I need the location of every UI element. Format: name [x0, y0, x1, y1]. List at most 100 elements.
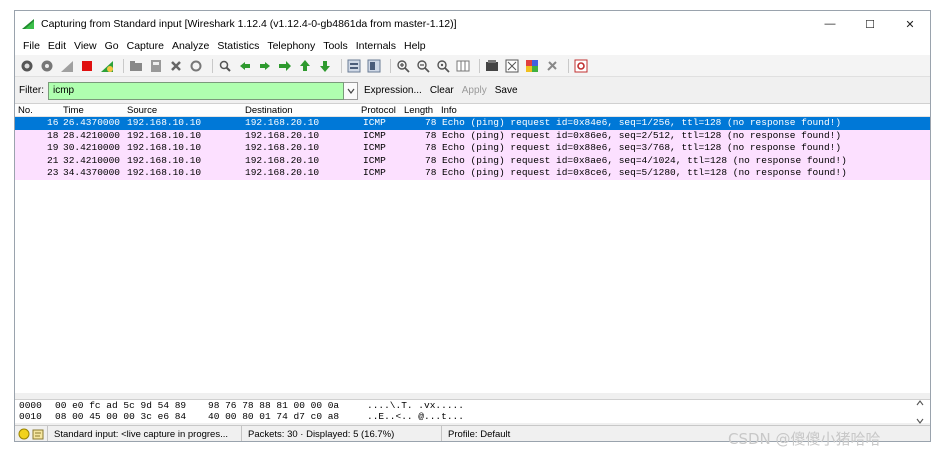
maximize-button[interactable]: ☐	[850, 11, 890, 37]
resize-columns-icon[interactable]	[455, 58, 471, 74]
packet-row[interactable]: 21 32.4210000 192.168.10.10 192.168.20.1…	[15, 154, 930, 167]
column-header-protocol[interactable]: Protocol	[361, 105, 396, 116]
bytes-offset: 0010	[19, 411, 42, 422]
filter-history-dropdown[interactable]	[344, 81, 358, 100]
filter-apply-button[interactable]: Apply	[462, 85, 487, 96]
column-header-info[interactable]: Info	[441, 105, 457, 116]
reload-icon[interactable]	[188, 58, 204, 74]
help-icon[interactable]	[573, 58, 589, 74]
packet-row[interactable]: 19 30.4210000 192.168.10.10 192.168.20.1…	[15, 142, 930, 155]
packet-protocol: ICMP	[363, 142, 386, 153]
close-button[interactable]: ✕	[890, 11, 930, 37]
menu-edit[interactable]: Edit	[44, 40, 70, 52]
packet-no: 23	[47, 167, 59, 178]
column-header-source[interactable]: Source	[127, 105, 157, 116]
packet-info: Echo (ping) request id=0x86e6, seq=2/512…	[442, 129, 842, 141]
packet-length: 78	[425, 129, 437, 141]
packet-info: Echo (ping) request id=0x84e6, seq=1/256…	[442, 117, 842, 128]
title-bar[interactable]: Capturing from Standard input [Wireshark…	[15, 11, 930, 37]
minimize-button[interactable]: —	[810, 11, 850, 37]
zoom-out-icon[interactable]	[415, 58, 431, 74]
packet-destination: 192.168.20.10	[245, 167, 320, 178]
bytes-scrollbar[interactable]	[916, 400, 926, 424]
packet-source: 192.168.10.10	[127, 154, 202, 166]
column-header-no[interactable]: No.	[18, 105, 33, 116]
packet-row[interactable]: 16 26.4370000 192.168.10.10 192.168.20.1…	[15, 117, 930, 130]
first-packet-icon[interactable]	[297, 58, 313, 74]
menu-go[interactable]: Go	[101, 40, 123, 52]
packet-info: Echo (ping) request id=0x8ce6, seq=5/128…	[442, 167, 847, 178]
save-file-icon[interactable]	[148, 58, 164, 74]
bytes-hex-left: 00 e0 fc ad 5c 9d 54 89	[55, 400, 187, 411]
menu-file[interactable]: File	[19, 40, 44, 52]
status-icons	[15, 426, 48, 441]
packet-length: 78	[425, 142, 437, 153]
column-header-time[interactable]: Time	[63, 105, 84, 116]
colorize-icon[interactable]	[346, 58, 362, 74]
go-forward-icon[interactable]	[257, 58, 273, 74]
start-capture-icon[interactable]	[59, 58, 75, 74]
packet-no: 21	[47, 154, 59, 166]
preferences-icon[interactable]	[544, 58, 560, 74]
zoom-normal-icon[interactable]	[435, 58, 451, 74]
packet-bytes-pane[interactable]: 0000 00 e0 fc ad 5c 9d 54 89 98 76 78 88…	[15, 399, 930, 424]
find-packet-icon[interactable]	[217, 58, 233, 74]
restart-capture-icon[interactable]	[99, 58, 115, 74]
open-file-icon[interactable]	[128, 58, 144, 74]
capture-filters-icon[interactable]	[484, 58, 500, 74]
status-capture-source: Standard input: <live capture in progres…	[48, 426, 242, 441]
column-header-destination[interactable]: Destination	[245, 105, 293, 116]
capture-comment-icon[interactable]	[32, 428, 44, 440]
packet-info: Echo (ping) request id=0x8ae6, seq=4/102…	[442, 154, 847, 166]
menu-analyze[interactable]: Analyze	[168, 40, 213, 52]
last-packet-icon[interactable]	[317, 58, 333, 74]
window-title: Capturing from Standard input [Wireshark…	[41, 18, 457, 30]
display-filter-bar: Filter: icmp Expression... Clear Apply S…	[15, 80, 930, 101]
wireshark-fin-icon	[22, 19, 34, 29]
bytes-ascii: ..E..<.. @...t...	[367, 411, 464, 422]
close-file-icon[interactable]	[168, 58, 184, 74]
chevron-down-icon[interactable]	[916, 418, 924, 424]
stop-capture-icon[interactable]	[79, 58, 95, 74]
menu-tools[interactable]: Tools	[319, 40, 352, 52]
bytes-hex-right: 40 00 80 01 74 d7 c0 a8	[208, 411, 340, 422]
interfaces-icon[interactable]	[19, 58, 35, 74]
display-filter-input[interactable]: icmp	[48, 81, 344, 100]
toolbar-separator	[568, 58, 569, 73]
go-back-icon[interactable]	[237, 58, 253, 74]
packet-destination: 192.168.20.10	[245, 142, 320, 153]
menu-help[interactable]: Help	[400, 40, 430, 52]
bytes-hex-left: 08 00 45 00 00 3c e6 84	[55, 411, 187, 422]
options-icon[interactable]	[39, 58, 55, 74]
menu-statistics[interactable]: Statistics	[213, 40, 263, 52]
status-profile[interactable]: Profile: Default	[442, 426, 516, 441]
toolbar-separator	[123, 58, 124, 73]
column-header-length[interactable]: Length	[404, 105, 433, 116]
packet-info: Echo (ping) request id=0x88e6, seq=3/768…	[442, 142, 842, 153]
menu-telephony[interactable]: Telephony	[263, 40, 319, 52]
packet-protocol: ICMP	[363, 129, 386, 141]
packet-length: 78	[425, 154, 437, 166]
chevron-up-icon[interactable]	[916, 400, 924, 406]
packet-destination: 192.168.20.10	[245, 129, 320, 141]
auto-scroll-icon[interactable]	[366, 58, 382, 74]
go-to-packet-icon[interactable]	[277, 58, 293, 74]
menu-view[interactable]: View	[70, 40, 101, 52]
menu-internals[interactable]: Internals	[352, 40, 400, 52]
packet-row[interactable]: 18 28.4210000 192.168.10.10 192.168.20.1…	[15, 129, 930, 142]
filter-clear-button[interactable]: Clear	[430, 85, 454, 96]
packet-time: 32.4210000	[63, 154, 121, 166]
coloring-rules-icon[interactable]	[524, 58, 540, 74]
packet-list-header: No. Time Source Destination Protocol Len…	[15, 104, 930, 117]
packet-row[interactable]: 23 34.4370000 192.168.10.10 192.168.20.1…	[15, 167, 930, 180]
display-filters-icon[interactable]	[504, 58, 520, 74]
packet-source: 192.168.10.10	[127, 117, 202, 128]
packet-list-pane[interactable]: No. Time Source Destination Protocol Len…	[15, 103, 930, 393]
zoom-in-icon[interactable]	[395, 58, 411, 74]
filter-expression-button[interactable]: Expression...	[364, 85, 422, 96]
expert-info-icon[interactable]	[18, 428, 30, 440]
menu-capture[interactable]: Capture	[123, 40, 168, 52]
menu-bar: File Edit View Go Capture Analyze Statis…	[15, 37, 930, 55]
filter-save-button[interactable]: Save	[495, 85, 518, 96]
bytes-hex-right: 98 76 78 88 81 00 00 0a	[208, 400, 340, 411]
